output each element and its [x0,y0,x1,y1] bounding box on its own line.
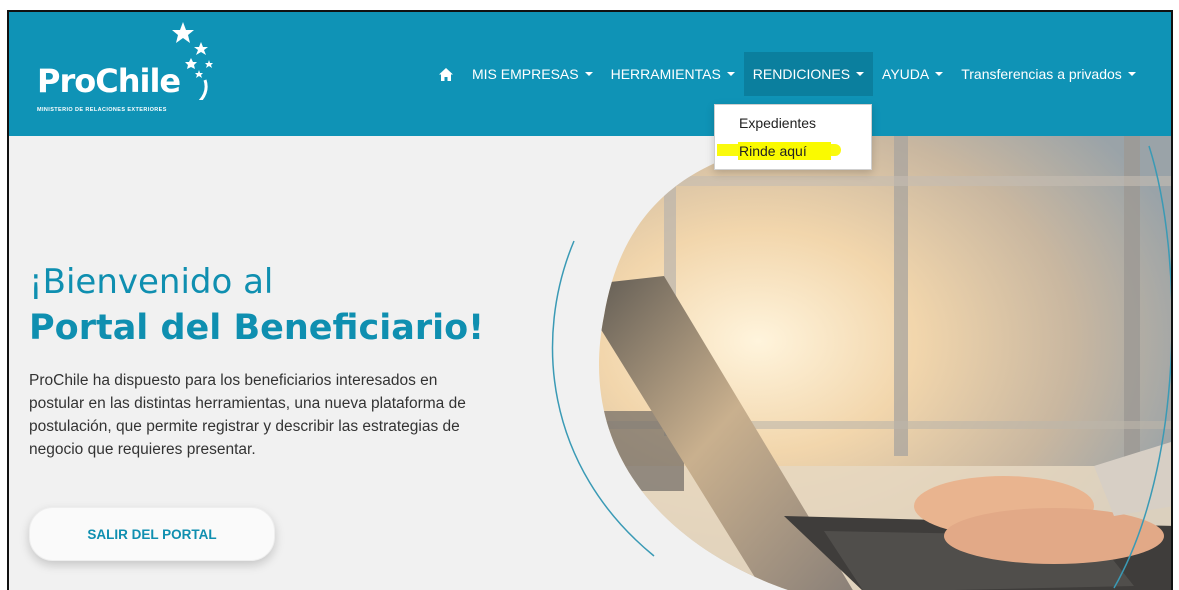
main-nav: MIS EMPRESAS HERRAMIENTAS RENDICIONES AY… [429,52,1145,96]
nav-transferencias[interactable]: Transferencias a privados [952,52,1145,96]
hero-title-line2: Portal del Beneficiario! [29,308,485,348]
nav-label: RENDICIONES [752,66,851,82]
prochile-logo[interactable]: ProChile MINISTERIO DE RELACIONES EXTERI… [33,20,223,120]
rendiciones-dropdown: Expedientes Rinde aquí [714,104,872,170]
caret-down-icon [856,72,865,76]
nav-label: AYUDA [882,66,930,82]
brand-subtitle: MINISTERIO DE RELACIONES EXTERIORES [37,107,167,113]
nav-home[interactable] [429,52,463,96]
nav-ayuda[interactable]: AYUDA [873,52,952,96]
caret-down-icon [584,72,593,76]
dropdown-item-expedientes[interactable]: Expedientes [739,115,816,131]
nav-herramientas[interactable]: HERRAMIENTAS [602,52,744,96]
caret-down-icon [726,72,735,76]
dropdown-item-rinde-aqui[interactable]: Rinde aquí [738,142,831,160]
nav-label: HERRAMIENTAS [610,66,721,82]
nav-label: Transferencias a privados [961,66,1122,82]
exit-portal-button[interactable]: SALIR DEL PORTAL [29,507,275,561]
nav-rendiciones[interactable]: RENDICIONES [743,52,874,96]
home-icon [439,67,453,81]
hero-laptop-image [551,136,1171,590]
hero-title-line1: ¡Bienvenido al [29,262,274,302]
top-navbar: ProChile MINISTERIO DE RELACIONES EXTERI… [9,12,1171,136]
brand-name: ProChile [37,62,181,100]
hero-description: ProChile ha dispuesto para los beneficia… [29,372,466,458]
browser-viewport: ProChile MINISTERIO DE RELACIONES EXTERI… [7,10,1173,590]
caret-down-icon [1127,72,1136,76]
caret-down-icon [935,72,944,76]
nav-mis-empresas[interactable]: MIS EMPRESAS [463,52,602,96]
nav-label: MIS EMPRESAS [472,66,579,82]
